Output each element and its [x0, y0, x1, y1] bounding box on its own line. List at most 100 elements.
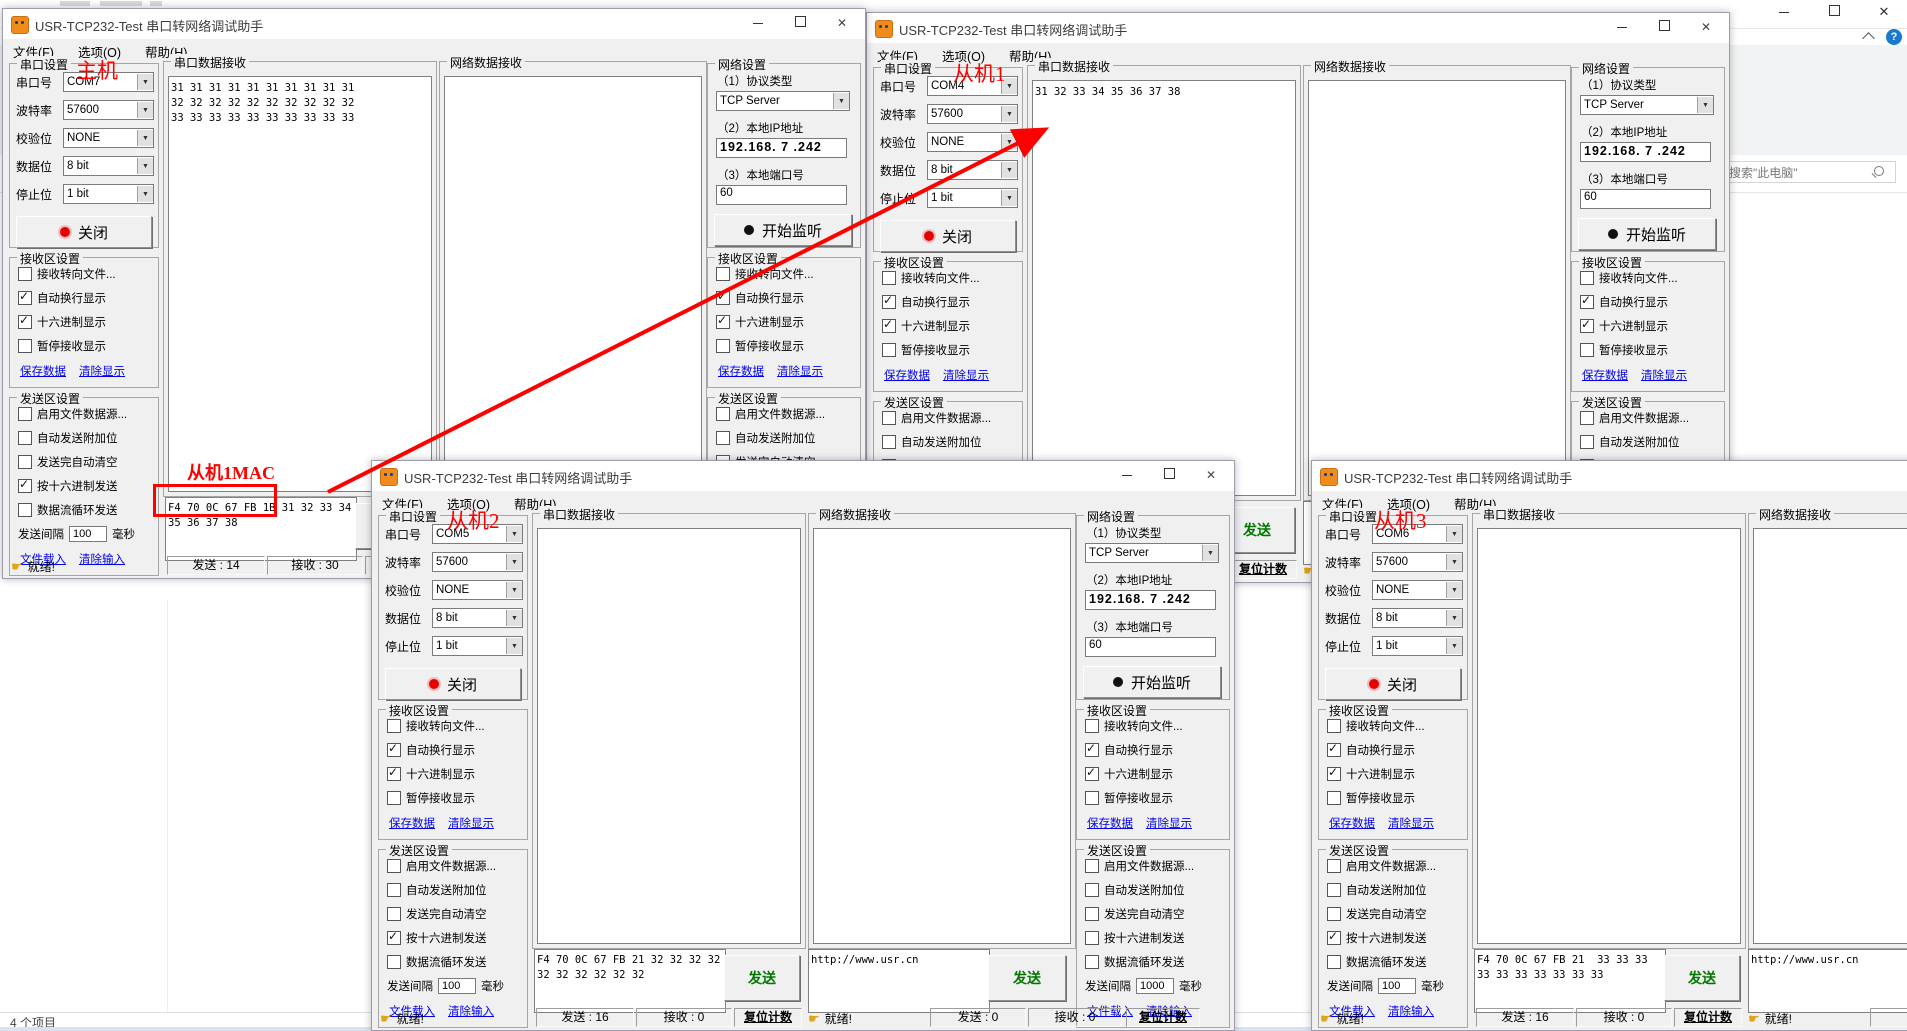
serial-send-input[interactable]: F4 70 0C 67 FB 21 32 32 32 32 32 32 32 3… [534, 949, 726, 1013]
close-serial-button[interactable]: 关闭 [385, 668, 521, 700]
maximize-button[interactable] [1643, 13, 1685, 41]
checkbox-file-data-source[interactable]: 启用文件数据源... [1327, 858, 1467, 874]
chevron-down-icon[interactable]: ▼ [506, 610, 522, 626]
chevron-down-icon[interactable]: ▼ [506, 582, 522, 598]
checkbox-icon[interactable] [18, 339, 32, 353]
checkbox-loop-send[interactable]: 数据流循环发送 [18, 502, 158, 518]
baud-select[interactable]: 57600▼ [1372, 552, 1463, 572]
checkbox-icon[interactable] [882, 319, 896, 333]
network-receive-area[interactable] [813, 528, 1071, 944]
titlebar[interactable]: USR-TCP232-Test 串口转网络调试助手 ✕ [372, 461, 1234, 491]
checkbox-pause-receive[interactable]: 暂停接收显示 [716, 338, 860, 354]
checkbox-hex-display[interactable]: 十六进制显示 [387, 766, 527, 782]
checkbox-icon[interactable] [18, 431, 32, 445]
parity-select[interactable]: NONE▼ [927, 132, 1018, 152]
local-ip-input[interactable]: 192.168. 7 .242 [1085, 590, 1216, 610]
checkbox-icon[interactable] [18, 455, 32, 469]
parity-select[interactable]: NONE▼ [1372, 580, 1463, 600]
close-window-button[interactable]: ✕ [821, 9, 863, 37]
checkbox-icon[interactable] [18, 291, 32, 305]
checkbox-pause-receive[interactable]: 暂停接收显示 [1580, 342, 1724, 358]
clear-display-link[interactable]: 清除显示 [777, 363, 823, 379]
checkbox-icon[interactable] [387, 791, 401, 805]
checkbox-pause-receive[interactable]: 暂停接收显示 [1327, 790, 1467, 806]
start-listen-button[interactable]: 开始监听 [1578, 218, 1716, 250]
explorer-close-button[interactable]: ✕ [1876, 4, 1892, 20]
local-ip-input[interactable]: 192.168. 7 .242 [716, 138, 847, 158]
local-port-input[interactable]: 60 [1085, 637, 1216, 657]
titlebar[interactable]: USR-TCP232-Test 串口转网络调试助手 ✕ [3, 9, 865, 39]
network-receive-area[interactable] [444, 76, 702, 492]
explorer-search-input[interactable]: 搜索"此电脑" [1722, 161, 1896, 183]
checkbox-file-data-source[interactable]: 启用文件数据源... [18, 406, 158, 422]
chevron-down-icon[interactable]: ▼ [1697, 97, 1713, 113]
checkbox-auto-wrap[interactable]: 自动换行显示 [882, 294, 1022, 310]
serial-send-button[interactable]: 发送 [724, 955, 800, 1001]
local-port-input[interactable]: 60 [1580, 189, 1711, 209]
checkbox-auto-wrap[interactable]: 自动换行显示 [18, 290, 158, 306]
checkbox-icon[interactable] [1085, 883, 1099, 897]
send-interval-input[interactable]: 100 [438, 978, 476, 994]
network-send-input[interactable]: http://www.usr.cn [1748, 949, 1907, 1013]
checkbox-auto-append[interactable]: 自动发送附加位 [1327, 882, 1467, 898]
checkbox-icon[interactable] [1085, 955, 1099, 969]
local-ip-input[interactable]: 192.168. 7 .242 [1580, 142, 1711, 162]
maximize-button[interactable] [779, 9, 821, 37]
clear-display-link[interactable]: 清除显示 [79, 363, 125, 379]
checkbox-clear-after-send[interactable]: 发送完自动清空 [18, 454, 158, 470]
chevron-down-icon[interactable]: ▼ [137, 186, 153, 202]
chevron-down-icon[interactable]: ▼ [1446, 582, 1462, 598]
checkbox-auto-append[interactable]: 自动发送附加位 [882, 434, 1022, 450]
checkbox-icon[interactable] [1085, 743, 1099, 757]
checkbox-icon[interactable] [1580, 343, 1594, 357]
chevron-down-icon[interactable]: ▼ [137, 102, 153, 118]
checkbox-icon[interactable] [1327, 743, 1341, 757]
checkbox-icon[interactable] [1327, 859, 1341, 873]
explorer-minimize-button[interactable] [1776, 4, 1792, 20]
checkbox-clear-after-send[interactable]: 发送完自动清空 [1327, 906, 1467, 922]
checkbox-icon[interactable] [716, 407, 730, 421]
checkbox-icon[interactable] [18, 267, 32, 281]
checkbox-icon[interactable] [1085, 767, 1099, 781]
start-listen-button[interactable]: 开始监听 [1083, 666, 1221, 698]
titlebar[interactable]: USR-TCP232-Test 串口转网络调试助手 ✕ [867, 13, 1729, 43]
checkbox-hex-send[interactable]: 按十六进制发送 [1327, 930, 1467, 946]
checkbox-hex-display[interactable]: 十六进制显示 [882, 318, 1022, 334]
save-data-link[interactable]: 保存数据 [1087, 815, 1133, 831]
checkbox-icon[interactable] [1085, 791, 1099, 805]
checkbox-hex-display[interactable]: 十六进制显示 [716, 314, 860, 330]
checkbox-icon[interactable] [716, 315, 730, 329]
send-interval-input[interactable]: 100 [1378, 978, 1416, 994]
checkbox-auto-append[interactable]: 自动发送附加位 [1580, 434, 1724, 450]
local-port-input[interactable]: 60 [716, 185, 847, 205]
protocol-select[interactable]: TCP Server▼ [716, 91, 850, 111]
checkbox-icon[interactable] [1327, 955, 1341, 969]
checkbox-icon[interactable] [882, 271, 896, 285]
checkbox-icon[interactable] [882, 343, 896, 357]
checkbox-icon[interactable] [1327, 883, 1341, 897]
chevron-down-icon[interactable]: ▼ [137, 74, 153, 90]
checkbox-icon[interactable] [387, 859, 401, 873]
checkbox-loop-send[interactable]: 数据流循环发送 [1327, 954, 1467, 970]
checkbox-auto-wrap[interactable]: 自动换行显示 [1327, 742, 1467, 758]
checkbox-icon[interactable] [1327, 791, 1341, 805]
checkbox-icon[interactable] [387, 743, 401, 757]
checkbox-file-data-source[interactable]: 启用文件数据源... [387, 858, 527, 874]
checkbox-hex-display[interactable]: 十六进制显示 [18, 314, 158, 330]
clear-display-link[interactable]: 清除显示 [943, 367, 989, 383]
checkbox-file-data-source[interactable]: 启用文件数据源... [716, 406, 860, 422]
checkbox-icon[interactable] [1327, 931, 1341, 945]
serial-send-button[interactable]: 发送 [1664, 955, 1740, 1001]
checkbox-icon[interactable] [387, 955, 401, 969]
databits-select[interactable]: 8 bit▼ [927, 160, 1018, 180]
checkbox-icon[interactable] [18, 479, 32, 493]
save-data-link[interactable]: 保存数据 [20, 363, 66, 379]
minimize-button[interactable] [737, 9, 779, 37]
checkbox-loop-send[interactable]: 数据流循环发送 [387, 954, 527, 970]
checkbox-auto-wrap[interactable]: 自动换行显示 [1580, 294, 1724, 310]
checkbox-file-data-source[interactable]: 启用文件数据源... [1580, 410, 1724, 426]
parity-select[interactable]: NONE▼ [432, 580, 523, 600]
save-data-link[interactable]: 保存数据 [884, 367, 930, 383]
serial-reset-count-button[interactable]: 复位计数 [1674, 1008, 1742, 1027]
databits-select[interactable]: 8 bit▼ [1372, 608, 1463, 628]
